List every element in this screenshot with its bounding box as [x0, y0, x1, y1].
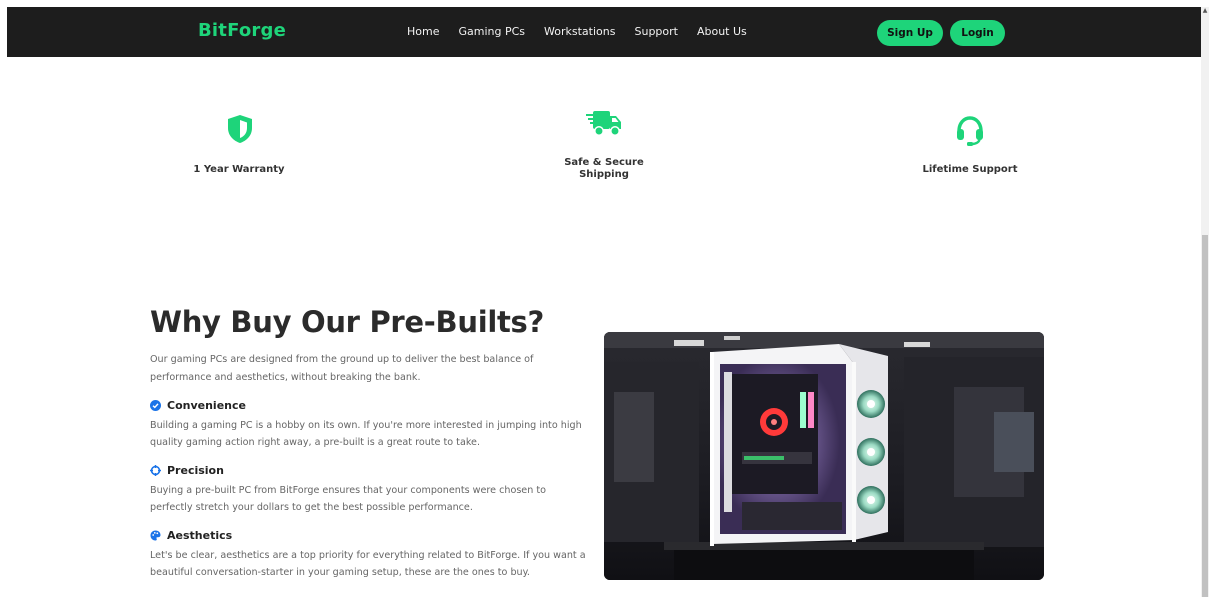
point-precision-heading: Precision: [150, 464, 224, 477]
palette-icon: [150, 530, 161, 541]
shield-icon: [223, 113, 257, 145]
nav-link-support[interactable]: Support: [634, 25, 677, 38]
feature-warranty-label: 1 Year Warranty: [193, 164, 285, 175]
brand-logo[interactable]: BitForge: [198, 20, 286, 41]
page: BitForge Home Gaming PCs Workstations Su…: [7, 7, 1201, 597]
section-title: Why Buy Our Pre-Builts?: [150, 305, 545, 339]
point-aesthetics-text: Let's be clear, aesthetics are a top pri…: [150, 550, 586, 578]
scroll-up-arrow-icon[interactable]: ▲: [1201, 7, 1209, 15]
feature-shipping-line2: Shipping: [579, 169, 629, 180]
point-precision-title: Precision: [167, 464, 224, 477]
nav-link-workstations[interactable]: Workstations: [544, 25, 615, 38]
truck-icon: [585, 108, 623, 138]
nav-link-gaming-pcs[interactable]: Gaming PCs: [458, 25, 525, 38]
nav-link-home[interactable]: Home: [407, 25, 439, 38]
feature-shipping-label: Safe & Secure Shipping: [555, 157, 653, 181]
feature-support-label: Lifetime Support: [922, 164, 1018, 175]
point-convenience-title: Convenience: [167, 399, 246, 412]
check-circle-icon: [150, 400, 161, 411]
headset-icon: [953, 113, 987, 147]
point-aesthetics-title: Aesthetics: [167, 529, 233, 542]
nav-links: Home Gaming PCs Workstations Support Abo…: [407, 25, 766, 38]
nav-link-about-us[interactable]: About Us: [697, 25, 747, 38]
point-precision-text: Buying a pre-built PC from BitForge ensu…: [150, 485, 546, 513]
crosshair-icon: [150, 465, 161, 476]
feature-shipping-line1: Safe & Secure: [564, 157, 644, 168]
gaming-pc-photo: [604, 332, 1044, 580]
point-aesthetics-heading: Aesthetics: [150, 529, 232, 542]
login-button[interactable]: Login: [950, 20, 1005, 46]
point-convenience-heading: Convenience: [150, 399, 246, 412]
section-intro: Our gaming PCs are designed from the gro…: [150, 354, 534, 383]
point-convenience-text: Building a gaming PC is a hobby on its o…: [150, 420, 582, 448]
scrollbar-thumb[interactable]: [1202, 235, 1208, 597]
vertical-scrollbar[interactable]: ▲: [1201, 7, 1209, 597]
sign-up-button[interactable]: Sign Up: [877, 20, 943, 46]
navbar: BitForge Home Gaming PCs Workstations Su…: [7, 7, 1201, 57]
